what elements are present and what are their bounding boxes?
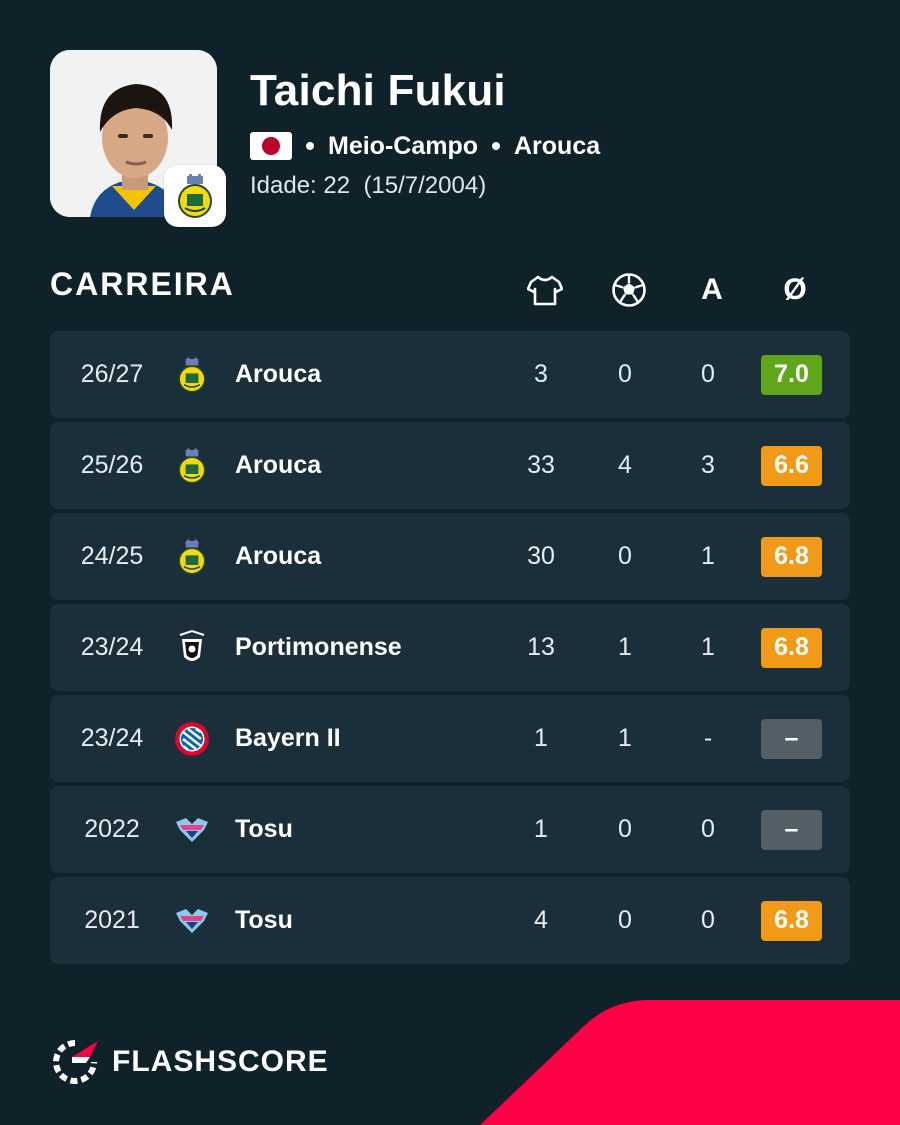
rating-badge: 6.8 [761, 536, 822, 577]
career-title: CARREIRA [50, 266, 235, 302]
age-label: Idade: 22 [250, 172, 351, 199]
birth-date: (15/7/2004) [363, 172, 487, 199]
rating-badge: 6.8 [761, 900, 822, 941]
arouca-crest-icon [178, 174, 212, 218]
team-name: Bayern II [235, 724, 341, 752]
season: 25/26 [80, 451, 144, 479]
career-row: 24/25 Arouca 30 0 1 6.8 [50, 513, 850, 600]
brand-name: FLASHSCORE [112, 1045, 329, 1078]
season: 24/25 [80, 542, 144, 570]
team-name: Tosu [235, 815, 293, 843]
goals: 0 [618, 360, 632, 388]
player-club: Arouca [514, 131, 601, 160]
season: 26/27 [80, 360, 144, 388]
career-row: 23/24 Bayern II 1 1 - – [50, 695, 850, 782]
player-meta: Meio-Campo Arouca [250, 128, 600, 164]
assists: 0 [701, 815, 715, 843]
rating-badge: 6.8 [761, 627, 822, 668]
assists: 1 [701, 542, 715, 570]
appearances: 13 [527, 633, 555, 661]
assists: 3 [701, 451, 715, 479]
goals: 0 [618, 542, 632, 570]
career-row: 25/26 Arouca 33 4 3 6.6 [50, 422, 850, 509]
goals: 1 [618, 724, 632, 752]
team-name: Arouca [235, 451, 322, 479]
team-name: Arouca [235, 542, 322, 570]
goals: 4 [618, 451, 632, 479]
flashscore-logo-icon [53, 1040, 98, 1084]
career-row: 23/24 Portimonense 13 1 1 6.8 [50, 604, 850, 691]
team-name: Portimonense [235, 633, 402, 661]
rating-badge: – [761, 718, 822, 759]
portimonense-crest-icon [172, 604, 212, 691]
season: 2021 [84, 906, 140, 934]
appearances: 1 [534, 815, 548, 843]
player-name: Taichi Fukui [250, 66, 506, 115]
arouca-crest-icon [172, 513, 212, 600]
bayern-crest-icon [172, 695, 212, 782]
appearances-shirt-icon [520, 270, 570, 310]
appearances: 3 [534, 360, 548, 388]
assists: 1 [701, 633, 715, 661]
team-name: Arouca [235, 360, 322, 388]
rating-badge: 6.6 [761, 445, 822, 486]
assists: - [703, 724, 713, 752]
goals-ball-icon [604, 270, 654, 310]
appearances: 33 [527, 451, 555, 479]
player-position: Meio-Campo [328, 131, 478, 160]
goals: 1 [618, 633, 632, 661]
rating-badge: – [761, 809, 822, 850]
flashscore-logo: FLASHSCORE [50, 1037, 329, 1087]
rating-header: Ø [783, 273, 807, 306]
assists-header: A [701, 273, 723, 306]
season: 23/24 [80, 633, 144, 661]
goals: 0 [618, 906, 632, 934]
appearances: 1 [534, 724, 548, 752]
arouca-crest-icon [172, 331, 212, 418]
separator-dot [306, 142, 314, 150]
career-row: 26/27 Arouca 3 0 0 7.0 [50, 331, 850, 418]
team-name: Tosu [235, 906, 293, 934]
season: 2022 [84, 815, 140, 843]
club-crest-badge [164, 165, 226, 227]
rating-badge: 7.0 [761, 354, 822, 395]
tosu-crest-icon [172, 877, 212, 964]
separator-dot [492, 142, 500, 150]
player-age: Idade: 22 (15/7/2004) [250, 172, 486, 200]
tosu-crest-icon [172, 786, 212, 873]
career-row: 2022 Tosu 1 0 0 – [50, 786, 850, 873]
career-table: 26/27 Arouca 3 0 0 7.0 25/26 Arouca 33 4… [50, 331, 850, 968]
appearances: 30 [527, 542, 555, 570]
goals: 0 [618, 815, 632, 843]
appearances: 4 [534, 906, 548, 934]
career-row: 2021 Tosu 4 0 0 6.8 [50, 877, 850, 964]
season: 23/24 [80, 724, 144, 752]
assists: 0 [701, 906, 715, 934]
arouca-crest-icon [172, 422, 212, 509]
japan-flag-icon [250, 132, 292, 160]
assists: 0 [701, 360, 715, 388]
